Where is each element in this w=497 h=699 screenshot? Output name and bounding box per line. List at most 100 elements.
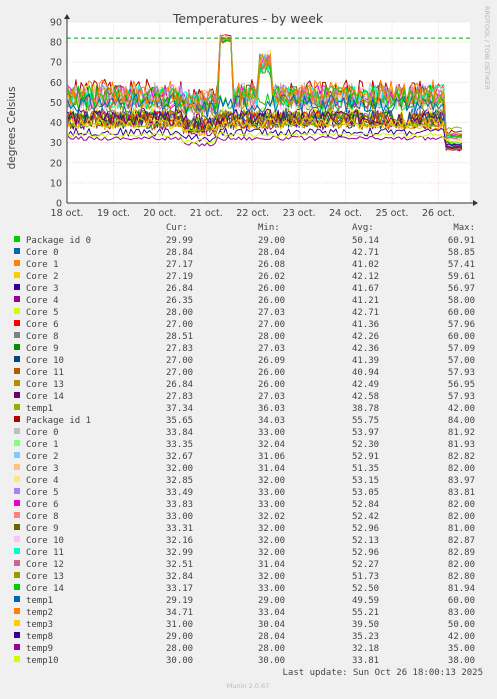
legend-max-value: 82.00 <box>448 464 475 474</box>
legend-avg-value: 41.39 <box>352 356 379 366</box>
legend-max-value: 57.41 <box>448 260 475 270</box>
legend-cur-value: 27.83 <box>166 344 193 354</box>
legend-series-name: temp1 <box>26 596 53 606</box>
legend-max-value: 56.97 <box>448 284 475 294</box>
legend-min-value: 26.02 <box>258 272 285 282</box>
legend-cur-value: 33.83 <box>166 500 193 510</box>
legend-min-value: 32.00 <box>258 524 285 534</box>
y-tick-label: 30 <box>50 138 62 149</box>
legend-avg-value: 52.27 <box>352 560 379 570</box>
legend-series-name: Core 1 <box>26 440 59 450</box>
legend-series-name: Core 8 <box>26 512 59 522</box>
legend-cur-value: 29.99 <box>166 236 193 246</box>
legend-min-value: 28.00 <box>258 644 285 654</box>
legend-max-value: 57.00 <box>448 356 475 366</box>
legend-cur-value: 35.65 <box>166 416 193 426</box>
legend-min-value: 27.03 <box>258 308 285 318</box>
legend-avg-value: 42.36 <box>352 344 379 354</box>
legend-min-value: 27.03 <box>258 344 285 354</box>
legend-max-value: 82.00 <box>448 560 475 570</box>
legend-series-name: Core 13 <box>26 380 64 390</box>
legend-min-value: 36.03 <box>258 404 285 414</box>
legend-min-value: 32.00 <box>258 572 285 582</box>
y-tick-label: 70 <box>50 58 62 69</box>
legend-series-name: temp1 <box>26 404 53 414</box>
legend-min-value: 26.08 <box>258 260 285 270</box>
legend-max-value: 57.09 <box>448 344 475 354</box>
legend-max-value: 57.93 <box>448 368 475 378</box>
legend-min-value: 33.00 <box>258 500 285 510</box>
legend-min-value: 28.00 <box>258 332 285 342</box>
legend-cur-value: 32.85 <box>166 476 193 486</box>
legend-series-name: Core 2 <box>26 452 59 462</box>
legend-max-value: 58.85 <box>448 248 475 258</box>
y-tick-label: 90 <box>50 18 62 29</box>
legend-swatch <box>14 620 20 626</box>
legend-swatch <box>14 632 20 638</box>
legend-series-name: temp10 <box>26 656 59 666</box>
legend-avg-value: 52.13 <box>352 536 379 546</box>
legend-cur-value: 28.00 <box>166 308 193 318</box>
legend-swatch <box>14 392 20 398</box>
legend-avg-value: 51.73 <box>352 572 379 582</box>
legend-series-name: Core 9 <box>26 344 59 354</box>
legend-swatch <box>14 644 20 650</box>
legend-swatch <box>14 560 20 566</box>
legend-cur-value: 26.84 <box>166 380 193 390</box>
legend-series-name: Package id 1 <box>26 416 91 426</box>
legend-series-name: Core 4 <box>26 296 59 306</box>
y-tick-label: 10 <box>50 178 62 189</box>
legend-series-name: Core 2 <box>26 272 59 282</box>
legend-max-value: 42.00 <box>448 632 475 642</box>
legend-min-value: 28.04 <box>258 632 285 642</box>
legend-cur-value: 30.00 <box>166 656 193 666</box>
legend-cur-value: 29.19 <box>166 596 193 606</box>
legend-min-value: 32.00 <box>258 476 285 486</box>
legend-series-name: Core 14 <box>26 392 64 402</box>
legend-min-value: 32.00 <box>258 536 285 546</box>
legend-avg-value: 53.15 <box>352 476 379 486</box>
legend-min-value: 26.09 <box>258 356 285 366</box>
legend-cur-value: 32.99 <box>166 548 193 558</box>
legend-avg-value: 42.71 <box>352 248 379 258</box>
legend-series-name: Core 0 <box>26 248 59 258</box>
legend-min-value: 33.00 <box>258 488 285 498</box>
legend-min-value: 31.06 <box>258 452 285 462</box>
legend-min-value: 33.00 <box>258 584 285 594</box>
legend-avg-value: 41.67 <box>352 284 379 294</box>
legend-avg-value: 39.50 <box>352 620 379 630</box>
legend-cur-value: 28.51 <box>166 332 193 342</box>
legend-min-value: 32.00 <box>258 548 285 558</box>
legend-series-name: Core 11 <box>26 368 64 378</box>
legend-cur-value: 27.83 <box>166 392 193 402</box>
legend-max-value: 42.00 <box>448 404 475 414</box>
legend-max-value: 81.00 <box>448 524 475 534</box>
x-tick-labels: 18 oct. 19 oct. 20 oct. 21 oct. 22 oct. 23 oc… <box>51 208 455 219</box>
legend-avg-value: 53.97 <box>352 428 379 438</box>
legend-max-value: 60.00 <box>448 332 475 342</box>
legend-avg-value: 35.23 <box>352 632 379 642</box>
legend-max-value: 38.00 <box>448 656 475 666</box>
legend-swatch <box>14 500 20 506</box>
last-update: Last update: Sun Oct 26 18:00:13 2025 <box>283 668 483 678</box>
legend-max-value: 82.80 <box>448 572 475 582</box>
legend-avg-value: 50.14 <box>352 236 379 246</box>
legend-series-name: temp8 <box>26 632 53 642</box>
legend-series-name: Core 0 <box>26 428 59 438</box>
legend-swatch <box>14 608 20 614</box>
legend-series-name: Core 8 <box>26 332 59 342</box>
legend-avg-value: 42.58 <box>352 392 379 402</box>
munin-temperature-graph: 0 10 20 30 40 50 60 70 80 90 18 oct. 19 oct. 20 oct… <box>0 0 497 695</box>
legend-cur-value: 33.31 <box>166 524 193 534</box>
legend-cur-value: 31.00 <box>166 620 193 630</box>
legend-cur-value: 27.19 <box>166 272 193 282</box>
legend-min-value: 27.00 <box>258 320 285 330</box>
legend-swatch <box>14 404 20 410</box>
legend-cur-value: 37.34 <box>166 404 193 414</box>
legend-swatch <box>14 476 20 482</box>
legend-avg-value: 42.49 <box>352 380 379 390</box>
y-tick-label: 20 <box>50 158 62 169</box>
legend-max-value: 57.96 <box>448 320 475 330</box>
legend-swatch <box>14 332 20 338</box>
legend-swatch <box>14 428 20 434</box>
